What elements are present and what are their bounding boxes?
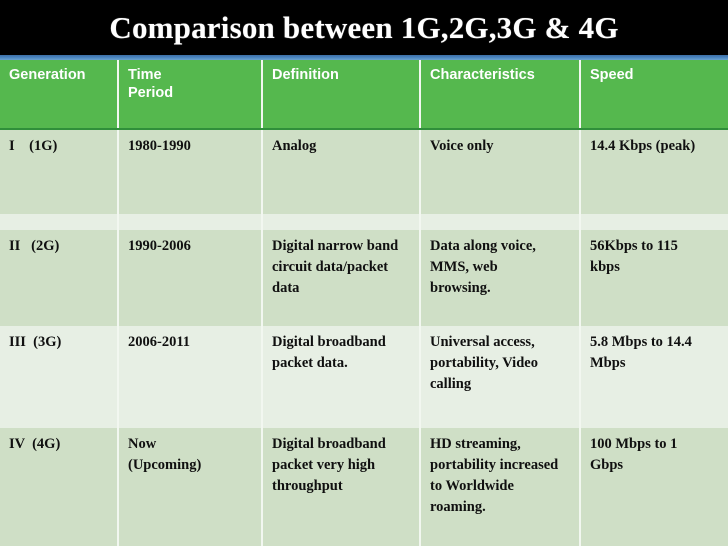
- cell-line: data: [272, 280, 300, 297]
- column-header-characteristics: Characteristics: [420, 60, 581, 130]
- cell-time-period: Now (Upcoming): [118, 428, 263, 546]
- cell-line: Digital broadband: [272, 436, 386, 452]
- cell-line: Voice only: [430, 138, 494, 154]
- cell-line: roaming.: [430, 499, 486, 516]
- cell-characteristics: Voice only: [420, 129, 581, 214]
- slide-canvas: Comparison between 1G,2G,3G & 4G Generat…: [0, 0, 728, 546]
- table-row: II (2G) 1990-2006 Digital narrow band ci…: [0, 230, 728, 326]
- cell-line: 100 Mbps to 1: [590, 436, 678, 452]
- cell-line: (Upcoming): [128, 457, 202, 474]
- cell-definition: Digital broadband packet data.: [262, 326, 421, 428]
- cell-line: MMS, web: [430, 259, 498, 276]
- table-row: III (3G) 2006-2011 Digital broadband pac…: [0, 326, 728, 428]
- cell-line: calling: [430, 376, 472, 393]
- cell-definition: Analog: [262, 129, 421, 214]
- column-header-generation-label: Generation: [9, 67, 86, 83]
- cell-line: Digital narrow band: [272, 238, 399, 254]
- spacer-cell: [0, 214, 119, 230]
- cell-generation: II (2G): [0, 230, 119, 326]
- table-body: I (1G) 1980-1990 Analog Voice only 14.4 …: [0, 129, 728, 546]
- comparison-table: Generation Time Period Definition Charac…: [0, 60, 728, 546]
- cell-speed: 14.4 Kbps (peak): [580, 129, 728, 214]
- cell-generation: I (1G): [0, 129, 119, 214]
- table-header: Generation Time Period Definition Charac…: [0, 60, 728, 130]
- cell-line: Digital broadband: [272, 334, 386, 350]
- table-row: I (1G) 1980-1990 Analog Voice only 14.4 …: [0, 129, 728, 214]
- cell-time-period: 2006-2011: [118, 326, 263, 428]
- column-header-generation: Generation: [0, 60, 119, 130]
- cell-characteristics: HD streaming, portability increased to W…: [420, 428, 581, 546]
- cell-line: Data along voice,: [430, 238, 536, 254]
- cell-generation: IV (4G): [0, 428, 119, 546]
- cell-characteristics: Data along voice, MMS, web browsing.: [420, 230, 581, 326]
- accent-divider: [0, 55, 728, 60]
- cell-line: packet data.: [272, 355, 348, 372]
- cell-line: 5.8 Mbps to 14.4: [590, 334, 692, 350]
- cell-definition: Digital narrow band circuit data/packet …: [262, 230, 421, 326]
- cell-line: packet very high: [272, 457, 376, 474]
- column-header-speed: Speed: [580, 60, 728, 130]
- cell-line: Now: [128, 436, 157, 452]
- cell-line: Mbps: [590, 355, 626, 372]
- cell-line: throughput: [272, 478, 343, 495]
- spacer-cell: [118, 214, 263, 230]
- column-header-time-period-line1: Time: [128, 67, 162, 83]
- cell-line: 14.4 Kbps (peak): [590, 138, 696, 154]
- slide-title-bar: Comparison between 1G,2G,3G & 4G: [0, 0, 728, 55]
- cell-line: circuit data/packet: [272, 259, 389, 276]
- cell-line: kbps: [590, 259, 620, 276]
- spacer-cell: [580, 214, 728, 230]
- cell-time-period: 1980-1990: [118, 129, 263, 214]
- column-header-time-period-line2: Period: [128, 85, 174, 102]
- cell-line: Universal access,: [430, 334, 535, 350]
- cell-line: 56Kbps to 115: [590, 238, 678, 254]
- page-title: Comparison between 1G,2G,3G & 4G: [109, 9, 619, 45]
- cell-generation: III (3G): [0, 326, 119, 428]
- cell-line: Analog: [272, 138, 317, 154]
- cell-speed: 100 Mbps to 1 Gbps: [580, 428, 728, 546]
- cell-speed: 5.8 Mbps to 14.4 Mbps: [580, 326, 728, 428]
- cell-line: HD streaming,: [430, 436, 521, 452]
- column-header-characteristics-label: Characteristics: [430, 67, 535, 83]
- cell-definition: Digital broadband packet very high throu…: [262, 428, 421, 546]
- table-row-spacer: [0, 214, 728, 230]
- cell-line: browsing.: [430, 280, 491, 297]
- cell-speed: 56Kbps to 115 kbps: [580, 230, 728, 326]
- comparison-table-container: Generation Time Period Definition Charac…: [0, 60, 728, 546]
- spacer-cell: [262, 214, 421, 230]
- column-header-definition-label: Definition: [272, 67, 339, 83]
- cell-line: to Worldwide: [430, 478, 514, 495]
- cell-line: portability, Video: [430, 355, 538, 372]
- table-row: IV (4G) Now (Upcoming) Digital broadband…: [0, 428, 728, 546]
- table-header-row: Generation Time Period Definition Charac…: [0, 60, 728, 130]
- spacer-cell: [420, 214, 581, 230]
- cell-characteristics: Universal access, portability, Video cal…: [420, 326, 581, 428]
- cell-line: Gbps: [590, 457, 624, 474]
- cell-line: portability increased: [430, 457, 559, 474]
- cell-time-period: 1990-2006: [118, 230, 263, 326]
- column-header-time-period: Time Period: [118, 60, 263, 130]
- column-header-speed-label: Speed: [590, 67, 634, 83]
- column-header-definition: Definition: [262, 60, 421, 130]
